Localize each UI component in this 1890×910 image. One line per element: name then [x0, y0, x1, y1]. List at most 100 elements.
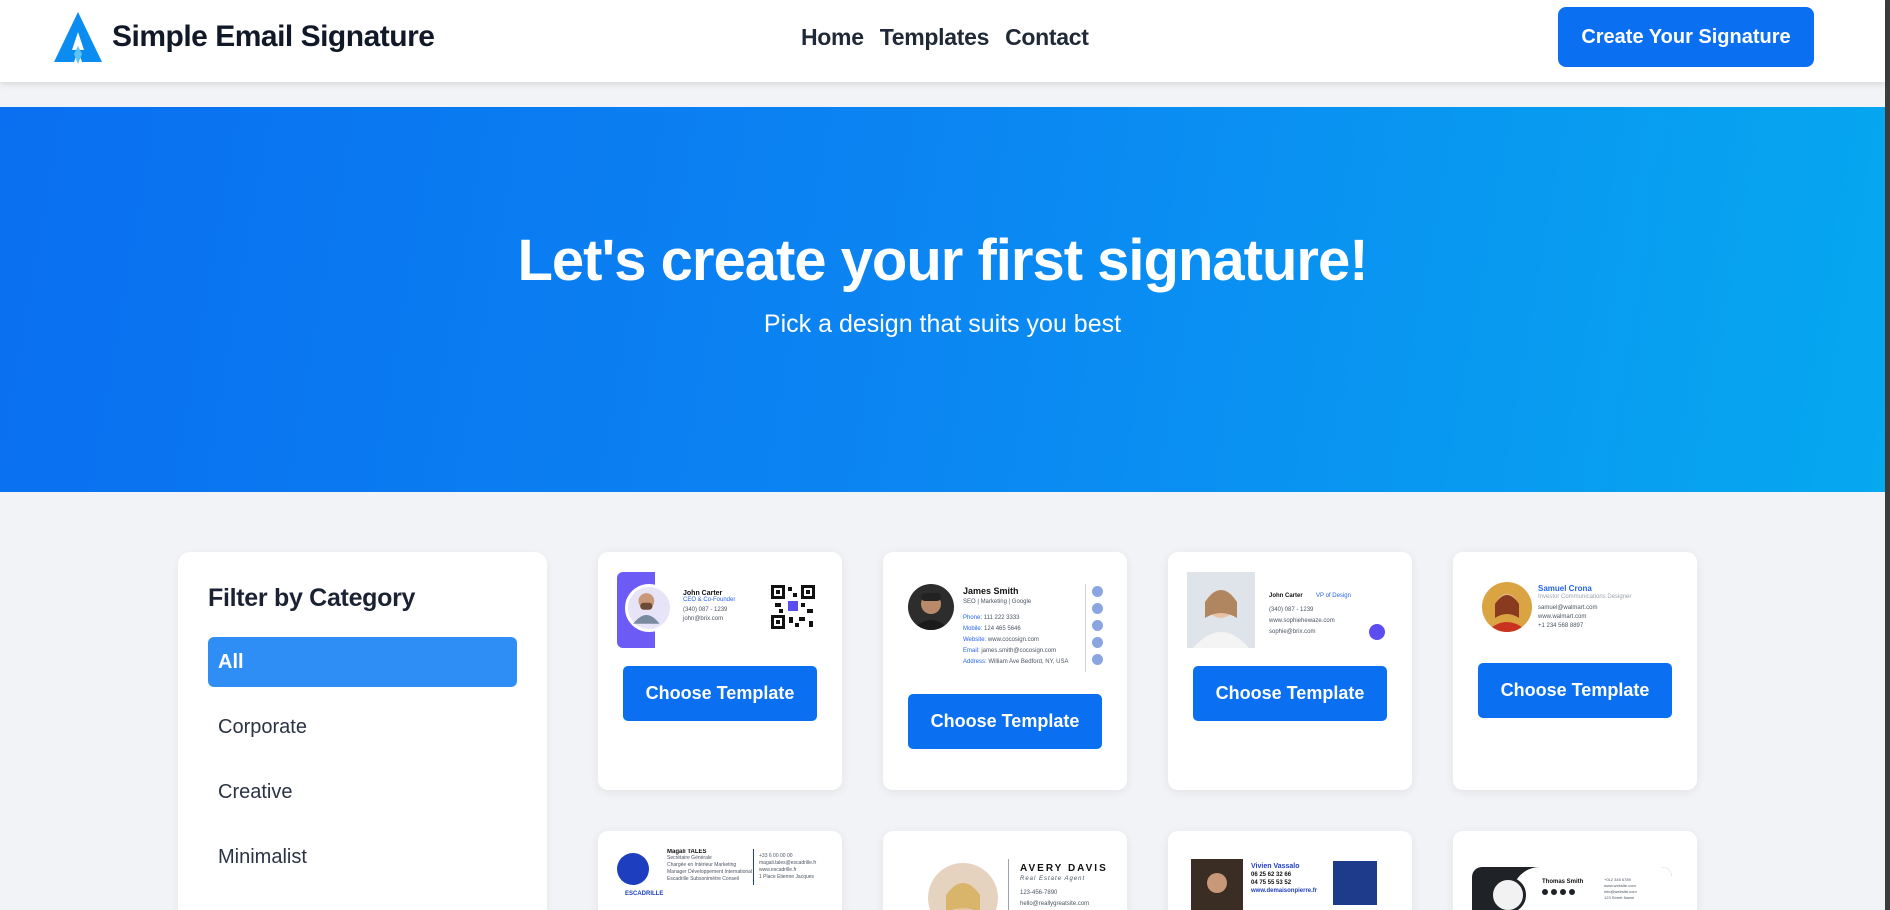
avatar: [1187, 572, 1255, 648]
category-filter-panel: Filter by Category All Corporate Creativ…: [178, 552, 547, 910]
page-scrollbar[interactable]: [1885, 0, 1890, 910]
signature-preview[interactable]: Thomas Smith +012 345 6789 www.website.c…: [1472, 849, 1678, 910]
template-card-2: James Smith SEO | Marketing | Google Pho…: [883, 552, 1127, 790]
signature-website: www.sophiehewaze.com: [1269, 618, 1335, 624]
contact-email: magali.tales@escadrille.fr: [759, 860, 817, 866]
signature-preview[interactable]: John Carter CEO & Co-Founder (340) 087 -…: [617, 570, 823, 650]
choose-template-button[interactable]: Choose Template: [1193, 666, 1387, 721]
contact-website: www.escadrille.fr: [759, 867, 797, 873]
signature-preview[interactable]: James Smith SEO | Marketing | Google Pho…: [902, 570, 1108, 678]
mobile-value: 124 465 5646: [984, 626, 1021, 632]
signature-name: AVERY DAVIS: [1020, 863, 1108, 874]
nav-templates-link[interactable]: Templates: [880, 24, 990, 51]
signature-role: CEO & Co-Founder: [683, 597, 736, 603]
facebook-icon[interactable]: [1092, 586, 1103, 597]
site-header: Simple Email Signature Home Templates Co…: [0, 0, 1885, 82]
filter-title: Filter by Category: [208, 584, 416, 612]
filter-all[interactable]: All: [208, 637, 517, 687]
chart-badge-icon: [1369, 624, 1385, 640]
social-icon[interactable]: [1542, 889, 1548, 895]
signature-preview[interactable]: John Carter VP of Design (340) 087 - 123…: [1187, 570, 1393, 650]
filter-minimalist[interactable]: Minimalist: [208, 832, 517, 882]
signature-line-1: Chargée en Intérieur Marketing: [667, 862, 737, 868]
social-icon[interactable]: [1551, 889, 1557, 895]
brand-name: Simple Email Signature: [112, 20, 435, 53]
hero-subtitle: Pick a design that suits you best: [763, 310, 1122, 338]
signature-name: Samuel Crona: [1538, 584, 1592, 593]
twitter-icon[interactable]: [1092, 603, 1103, 614]
email-value: james.smith@cocosign.com: [981, 648, 1057, 654]
website-value: www.cocosign.com: [987, 637, 1039, 643]
signature-role: Real Estate Agent: [1020, 876, 1086, 882]
signature-role: Investor Communications Designer: [1538, 594, 1632, 600]
linkedin-icon[interactable]: [1092, 637, 1103, 648]
address-label: Address:: [963, 659, 987, 665]
signature-phone: 123-456-7890: [1020, 890, 1058, 896]
choose-template-button[interactable]: Choose Template: [623, 666, 817, 721]
signature-preview[interactable]: AVERY DAVIS Real Estate Agent 123-456-78…: [902, 849, 1108, 910]
template-card-3: John Carter VP of Design (340) 087 - 123…: [1168, 552, 1412, 790]
brand[interactable]: Simple Email Signature: [52, 10, 435, 64]
instagram-icon[interactable]: [1092, 654, 1103, 665]
signature-role: SEO | Marketing | Google: [963, 599, 1032, 605]
signature-role: VP of Design: [1316, 593, 1351, 599]
signature-phone: (340) 087 - 1239: [683, 607, 728, 613]
signature-name: John Carter: [1269, 593, 1303, 599]
template-card-5: Magali TALÈS Secrétaire Générale Chargée…: [598, 831, 842, 910]
signature-line-3: Escadrille Subsonimètre Conseil: [667, 876, 739, 882]
template-card-6: AVERY DAVIS Real Estate Agent 123-456-78…: [883, 831, 1127, 910]
signature-website: www.walmart.com: [1538, 614, 1587, 620]
filter-corporate[interactable]: Corporate: [208, 702, 517, 752]
phone-label: Phone:: [963, 615, 983, 621]
signature-preview[interactable]: Samuel Crona Investor Communications Des…: [1472, 570, 1678, 650]
brand-label: ESCADRILLE: [625, 891, 664, 897]
signature-email: samuel@walmart.com: [1538, 605, 1598, 611]
contact-phone: +33 6 00 00 00: [759, 853, 793, 859]
social-icon[interactable]: [1569, 889, 1575, 895]
create-signature-button[interactable]: Create Your Signature: [1558, 7, 1814, 67]
website-label: Website:: [963, 637, 987, 643]
signature-email: john@brix.com: [683, 616, 724, 622]
main-nav: Home Templates Contact: [801, 24, 1089, 51]
template-card-4: Samuel Crona Investor Communications Des…: [1453, 552, 1697, 790]
hero-banner: Let's create your first signature! Pick …: [0, 107, 1885, 492]
template-card-1: John Carter CEO & Co-Founder (340) 087 -…: [598, 552, 842, 790]
contact-address: 1 Place Etienne Jacques: [759, 874, 815, 880]
signature-role: Secrétaire Générale: [667, 855, 712, 861]
signature-website: www.demaisonpierre.fr: [1251, 888, 1318, 894]
signature-name: James Smith: [963, 586, 1019, 596]
avatar: [908, 584, 954, 630]
mobile-label: Mobile:: [963, 626, 983, 632]
filter-creative[interactable]: Creative: [208, 767, 517, 817]
company-logo-icon: [1333, 861, 1377, 905]
nav-home-link[interactable]: Home: [801, 24, 864, 51]
choose-template-button[interactable]: Choose Template: [1478, 663, 1672, 718]
brand-logo-icon: [54, 12, 102, 64]
avatar: [1482, 582, 1532, 632]
social-icon[interactable]: [1560, 889, 1566, 895]
address-value: William Ave Bedford, NY, USA: [988, 659, 1069, 665]
avatar: [1490, 877, 1526, 910]
youtube-icon[interactable]: [1092, 620, 1103, 631]
hero-title: Let's create your first signature!: [517, 228, 1368, 293]
signature-phone: +1 234 568 8897: [1538, 623, 1584, 629]
email-label: Email:: [963, 648, 980, 654]
template-card-8: Thomas Smith +012 345 6789 www.website.c…: [1453, 831, 1697, 910]
signature-email: hello@reallygreatsite.com: [1020, 901, 1090, 907]
signature-phone-2: 04 75 55 53 52: [1251, 880, 1292, 886]
avatar: [1191, 859, 1243, 910]
signature-name: Thomas Smith: [1542, 879, 1584, 885]
avatar: [928, 863, 998, 910]
choose-template-button[interactable]: Choose Template: [908, 694, 1102, 749]
signature-preview[interactable]: Magali TALÈS Secrétaire Générale Chargée…: [617, 849, 823, 910]
signature-email: sophie@brix.com: [1269, 629, 1316, 635]
phone-value: 111 222 3333: [983, 615, 1020, 621]
template-card-7: Vivien Vassalo 06 25 62 32 66 04 75 55 5…: [1168, 831, 1412, 910]
qr-code-icon: [771, 585, 815, 629]
signature-preview[interactable]: Vivien Vassalo 06 25 62 32 66 04 75 55 5…: [1187, 849, 1393, 910]
signature-name: John Carter: [683, 590, 723, 597]
nav-contact-link[interactable]: Contact: [1005, 24, 1089, 51]
contact-address: 123 Street Name: [1604, 895, 1635, 900]
signature-phone: (340) 087 - 1239: [1269, 607, 1314, 613]
escadrille-logo-icon: [617, 853, 649, 885]
